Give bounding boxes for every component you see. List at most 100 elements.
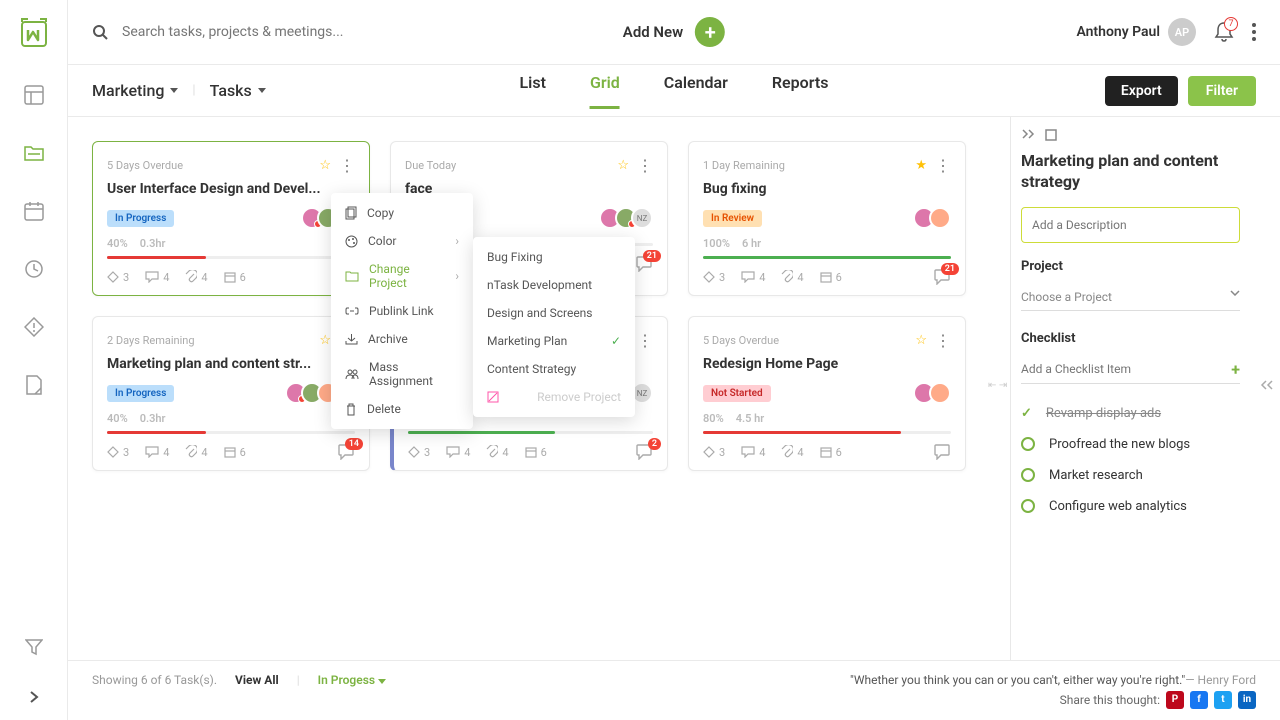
card-attachment-icon[interactable]: 4 [781,445,803,459]
card-priority-icon[interactable]: 3 [107,446,129,459]
app-logo[interactable] [19,18,49,48]
card-comments-icon[interactable]: 2 [635,444,653,460]
submenu-item[interactable]: Content Strategy [473,355,635,383]
tab-list[interactable]: List [520,73,546,109]
card-due: 5 Days Overdue [107,159,183,172]
description-input[interactable] [1021,207,1240,243]
card-attachment-icon[interactable]: 4 [486,445,508,459]
submenu-item[interactable]: Bug Fixing [473,243,635,271]
nav-calendar-icon[interactable] [23,200,45,222]
card-priority-icon[interactable]: 3 [107,271,129,284]
card-avatars[interactable] [919,382,951,404]
card-comments-icon[interactable]: 21 [635,256,653,272]
card-calendar-icon[interactable]: 6 [224,446,246,459]
check-circle-icon[interactable] [1021,437,1035,451]
card-comments-icon[interactable]: 21 [933,269,951,285]
card-comments-icon[interactable] [933,444,951,460]
filter-button[interactable]: Filter [1188,76,1256,106]
export-button[interactable]: Export [1105,76,1178,106]
nav-dashboard-icon[interactable] [23,84,45,106]
task-card[interactable]: 5 Days Overdue ☆ ⋮ Redesign Home Page No… [688,316,966,471]
checklist-item[interactable]: Configure web analytics [1021,491,1240,522]
share-pinterest-icon[interactable]: P [1166,691,1184,709]
project-select[interactable]: Choose a Project [1021,284,1240,311]
menu-item[interactable]: Copy [331,199,473,227]
card-menu-icon[interactable]: ⋮ [935,331,951,350]
card-chat-icon[interactable]: 4 [741,446,765,459]
card-avatars[interactable] [919,207,951,229]
star-icon[interactable]: ☆ [915,333,927,348]
nav-projects-icon[interactable] [23,142,45,164]
star-icon[interactable]: ★ [915,158,927,173]
more-menu-icon[interactable] [1252,23,1256,41]
submenu-item[interactable]: nTask Development [473,271,635,299]
checklist-add-input[interactable] [1021,362,1191,376]
nav-files-icon[interactable] [23,374,45,396]
submenu-item[interactable]: Marketing Plan✓ [473,327,635,355]
menu-item[interactable]: Change Project› [331,255,473,297]
resize-handle-icon[interactable]: ⇤ ⇥ [988,380,1007,391]
tab-calendar[interactable]: Calendar [664,73,728,109]
breadcrumb-view[interactable]: Tasks [210,81,266,100]
user-menu[interactable]: Anthony Paul AP [1076,18,1196,46]
card-chat-icon[interactable]: 4 [145,271,169,284]
submenu-item[interactable]: Design and Screens [473,299,635,327]
card-chat-icon[interactable]: 4 [741,271,765,284]
share-twitter-icon[interactable]: t [1214,691,1232,709]
menu-item[interactable]: Color› [331,227,473,255]
tab-grid[interactable]: Grid [590,73,620,109]
star-icon[interactable]: ☆ [319,333,331,348]
menu-item[interactable]: Publink Link [331,297,473,325]
in-progress-filter[interactable]: In Progess [318,673,386,687]
checklist-add-button[interactable]: + [1231,360,1240,379]
card-calendar-icon[interactable]: 6 [820,271,842,284]
nav-issues-icon[interactable] [23,316,45,338]
card-priority-icon[interactable]: 3 [408,446,430,459]
card-calendar-icon[interactable]: 6 [525,446,547,459]
search-icon[interactable] [92,24,108,40]
card-menu-icon[interactable]: ⋮ [339,156,355,175]
tab-reports[interactable]: Reports [772,73,829,109]
nav-expand-icon[interactable] [23,686,45,708]
card-title: Redesign Home Page [703,356,951,372]
card-calendar-icon[interactable]: 6 [820,446,842,459]
card-comments-icon[interactable]: 14 [337,444,355,460]
card-chat-icon[interactable]: 4 [446,446,470,459]
menu-item[interactable]: Delete [331,395,473,423]
menu-item[interactable]: Archive [331,325,473,353]
panel-expand-icon[interactable] [1021,129,1035,141]
panel-window-icon[interactable] [1045,129,1057,141]
card-menu-icon[interactable]: ⋮ [637,331,653,350]
card-attachment-icon[interactable]: 4 [185,270,207,284]
menu-item[interactable]: Mass Assignment [331,353,473,395]
card-attachment-icon[interactable]: 4 [185,445,207,459]
share-facebook-icon[interactable]: f [1190,691,1208,709]
task-card[interactable]: 2 Days Remaining ☆ ⋮ Marketing plan and … [92,316,370,471]
nav-time-icon[interactable] [23,258,45,280]
task-card[interactable]: 1 Day Remaining ★ ⋮ Bug fixing In Review… [688,141,966,296]
nav-filter-icon[interactable] [23,636,45,658]
card-calendar-icon[interactable]: 6 [224,271,246,284]
card-priority-icon[interactable]: 3 [703,446,725,459]
panel-collapse-icon[interactable] [1260,380,1274,390]
card-avatars[interactable]: NZ [605,207,653,229]
star-icon[interactable]: ☆ [617,158,629,173]
checklist-item[interactable]: Proofread the new blogs [1021,429,1240,460]
check-circle-icon[interactable] [1021,499,1035,513]
search-input[interactable] [122,24,362,40]
share-linkedin-icon[interactable]: in [1238,691,1256,709]
card-menu-icon[interactable]: ⋮ [935,156,951,175]
card-priority-icon[interactable]: 3 [703,271,725,284]
breadcrumb-project[interactable]: Marketing [92,81,178,100]
card-attachment-icon[interactable]: 4 [781,270,803,284]
checklist-item[interactable]: Market research [1021,460,1240,491]
task-card[interactable]: 5 Days Overdue ☆ ⋮ User Interface Design… [92,141,370,296]
card-chat-icon[interactable]: 4 [145,446,169,459]
add-new-button[interactable]: + [695,17,725,47]
checklist-item[interactable]: ✓Revamp display ads [1021,398,1240,429]
card-menu-icon[interactable]: ⋮ [637,156,653,175]
check-circle-icon[interactable] [1021,468,1035,482]
star-icon[interactable]: ☆ [319,158,331,173]
view-all-link[interactable]: View All [235,673,279,687]
notifications-button[interactable]: 7 [1214,21,1234,43]
